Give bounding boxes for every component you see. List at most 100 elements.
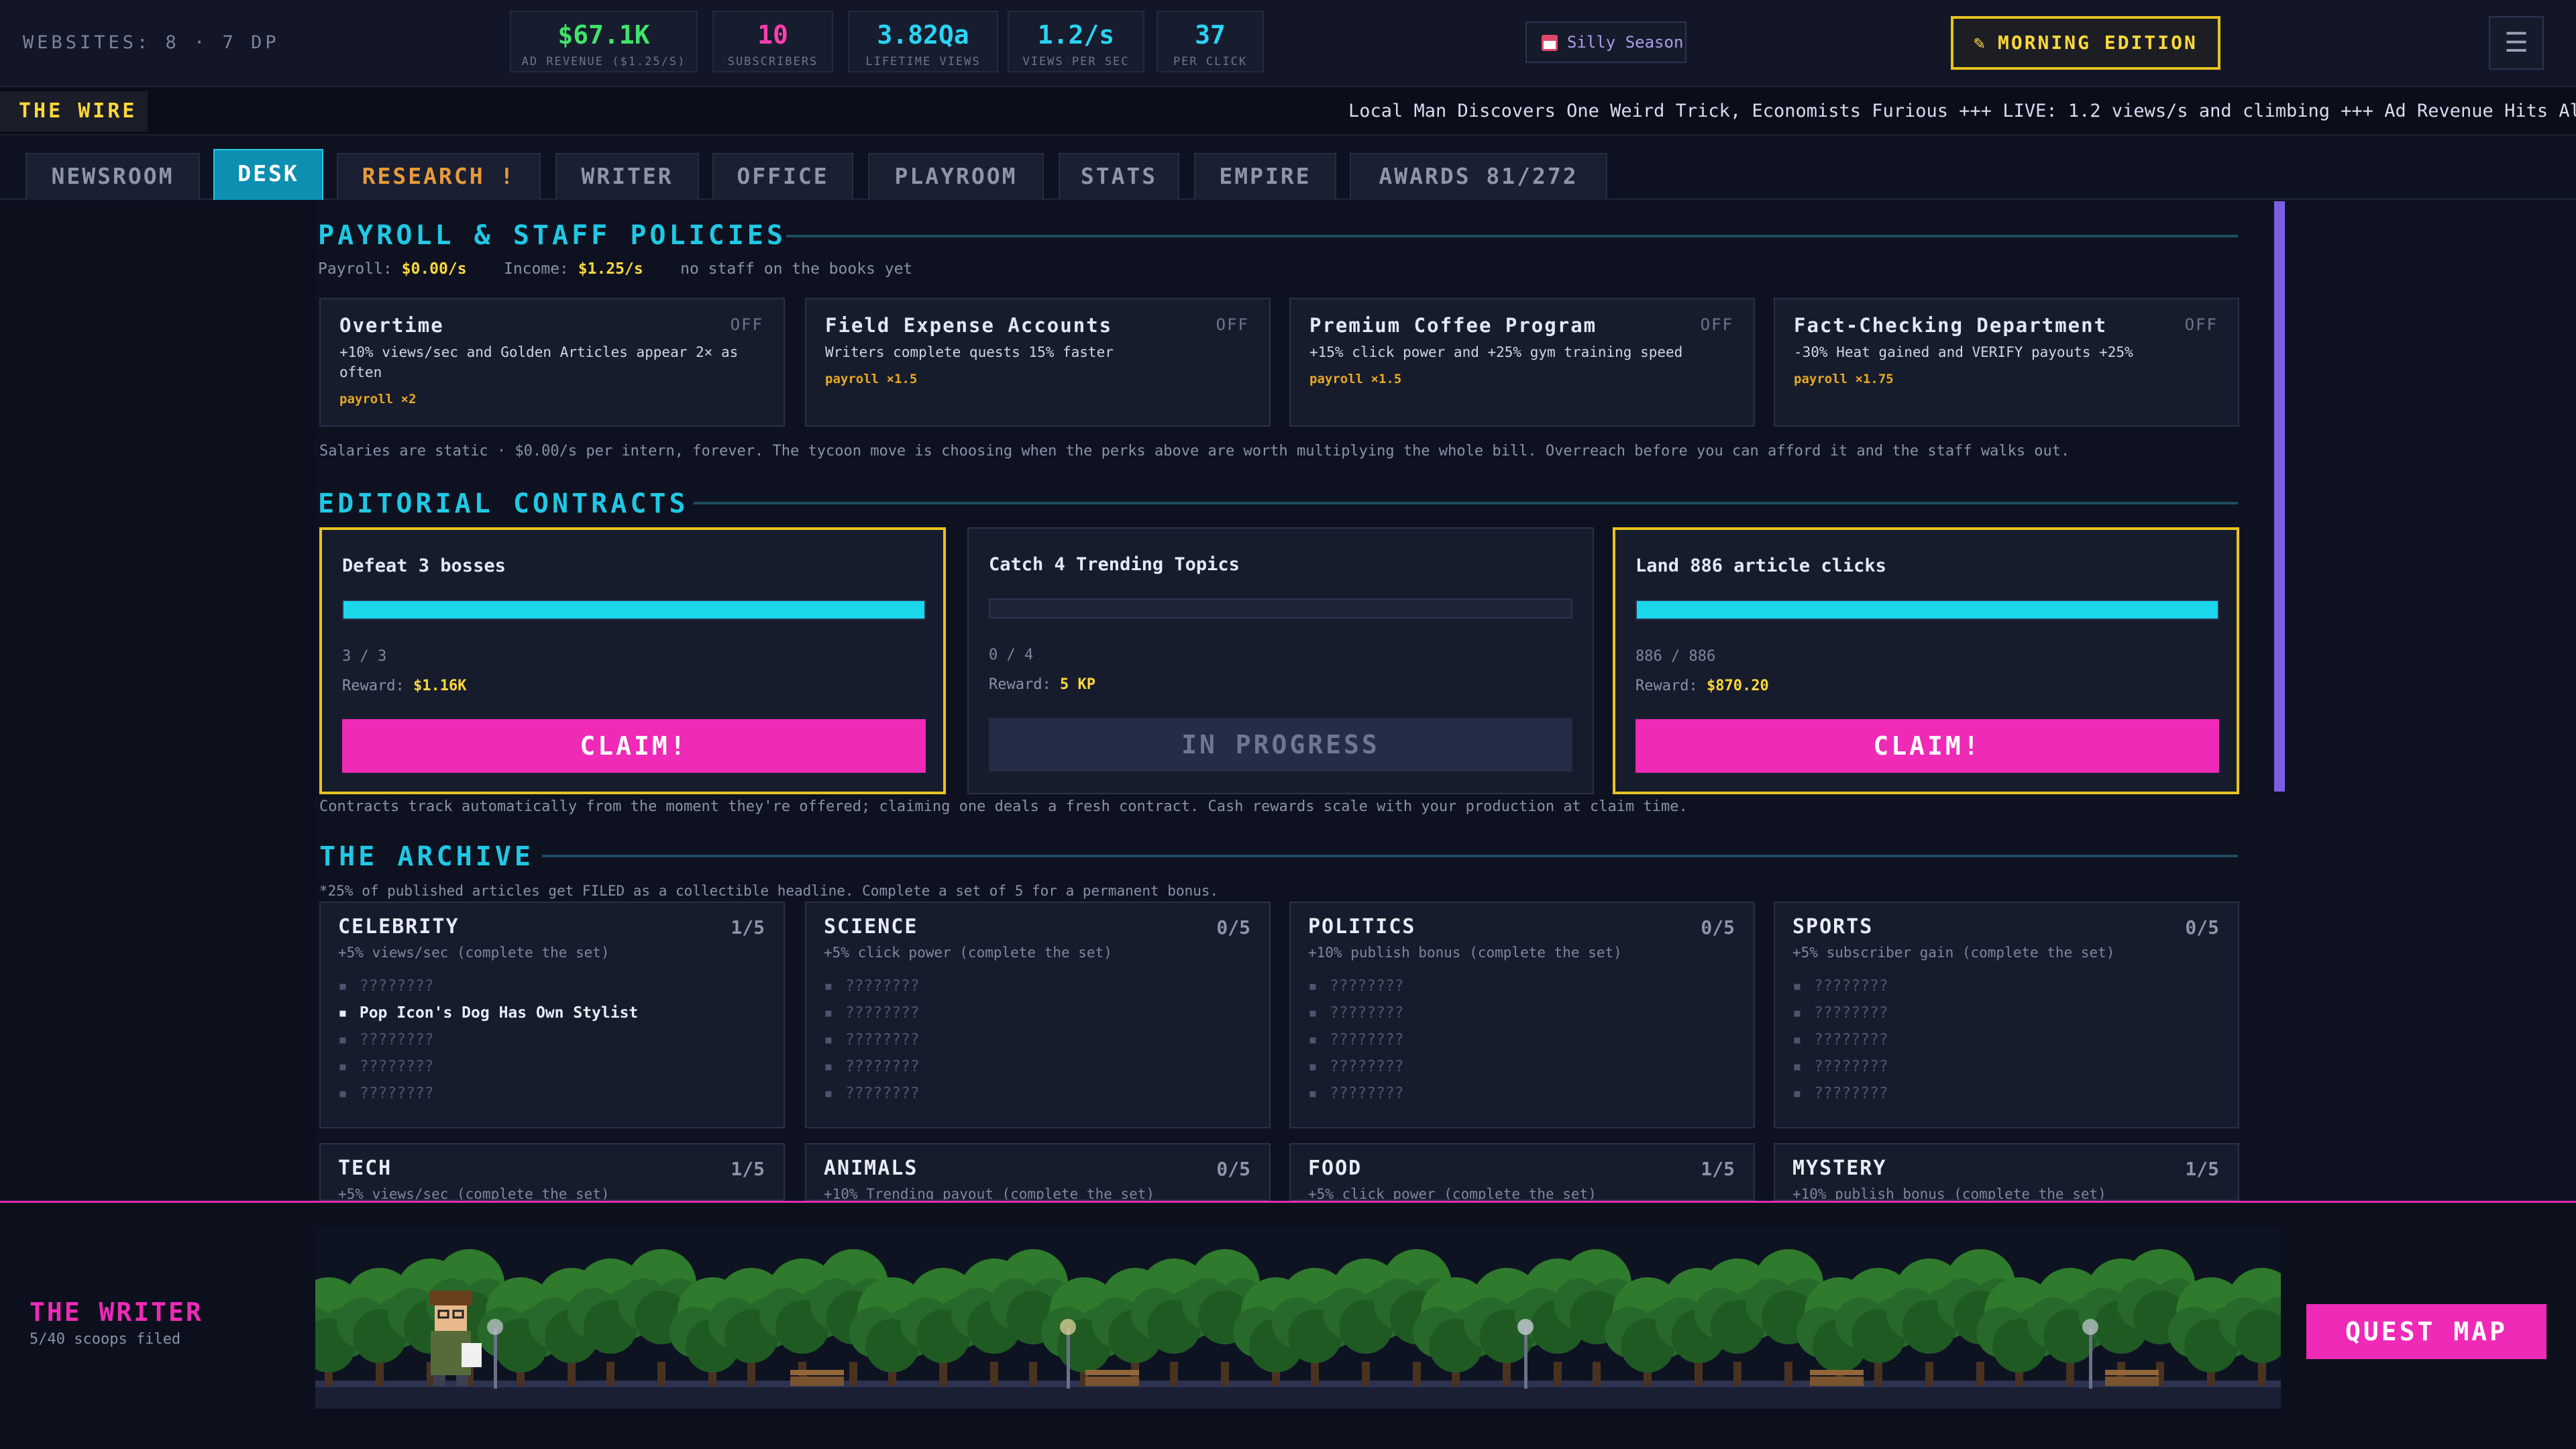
collection-count: 1/5 bbox=[731, 916, 765, 938]
contract-progress-bar bbox=[1635, 600, 2219, 620]
policy-card-fact-checking[interactable]: Fact-Checking Department OFF -30% Heat g… bbox=[1774, 298, 2239, 427]
policy-toggle[interactable]: OFF bbox=[1216, 315, 1249, 334]
claim-button[interactable]: CLAIM! bbox=[1635, 719, 2219, 773]
reward-value: 5 KP bbox=[1059, 676, 1095, 693]
collection-name: SCIENCE bbox=[824, 915, 918, 938]
bench-icon bbox=[1810, 1370, 1864, 1386]
stat-ad-revenue: $67.1K AD REVENUE ($1.25/S) bbox=[510, 11, 698, 72]
collection-bonus: +10% Trending payout (complete the set) bbox=[824, 1186, 1155, 1201]
policy-desc: Writers complete quests 15% faster bbox=[825, 344, 1114, 360]
collection-card[interactable]: MYSTERY 1/5 +10% publish bonus (complete… bbox=[1774, 1143, 2239, 1201]
collection-bonus: +5% click power (complete the set) bbox=[1308, 1186, 1597, 1201]
stat-label: PER CLICK bbox=[1173, 55, 1248, 68]
collection-card[interactable]: SCIENCE 0/5 +5% click power (complete th… bbox=[805, 902, 1271, 1128]
headline-slot: ???????? bbox=[1308, 1080, 1404, 1107]
morning-edition-button[interactable]: ✎ MORNING EDITION bbox=[1951, 16, 2220, 70]
contract-progress-bar bbox=[342, 600, 926, 620]
claim-button[interactable]: CLAIM! bbox=[342, 719, 926, 773]
payroll-section-title: PAYROLL & STAFF POLICIES bbox=[318, 220, 786, 251]
headline-slot: ???????? bbox=[824, 973, 920, 1000]
contract-progress-text: 886 / 886 bbox=[1635, 648, 1716, 665]
contract-reward: Reward: 5 KP bbox=[989, 676, 1095, 693]
collection-bonus: +5% click power (complete the set) bbox=[824, 945, 1112, 961]
archive-section-title: THE ARCHIVE bbox=[319, 841, 534, 872]
collection-name: MYSTERY bbox=[1792, 1157, 1887, 1180]
headline-slot: ???????? bbox=[1792, 973, 1888, 1000]
collection-bonus: +5% views/sec (complete the set) bbox=[338, 1186, 610, 1201]
reward-value: $1.16K bbox=[413, 678, 467, 694]
collection-count: 1/5 bbox=[1701, 1158, 1735, 1180]
stat-label: LIFETIME VIEWS bbox=[865, 55, 981, 68]
tab-newsroom[interactable]: NEWSROOM bbox=[25, 153, 200, 200]
contract-progress-text: 0 / 4 bbox=[989, 647, 1034, 663]
headline-slot: ???????? bbox=[824, 1053, 920, 1080]
collection-count: 0/5 bbox=[1701, 916, 1735, 938]
policy-payroll: payroll ×2 bbox=[339, 392, 417, 407]
collection-card[interactable]: CELEBRITY 1/5 +5% views/sec (complete th… bbox=[319, 902, 785, 1128]
contract-card-clicks: Land 886 article clicks 886 / 886 Reward… bbox=[1613, 527, 2239, 794]
menu-button[interactable]: ☰ bbox=[2489, 16, 2544, 70]
collection-bonus: +5% subscriber gain (complete the set) bbox=[1792, 945, 2115, 961]
policy-toggle[interactable]: OFF bbox=[1701, 315, 1733, 334]
tab-empire[interactable]: EMPIRE bbox=[1194, 153, 1336, 200]
contract-card-trending: Catch 4 Trending Topics 0 / 4 Reward: 5 … bbox=[967, 527, 1594, 794]
quest-map-button[interactable]: QUEST MAP bbox=[2306, 1304, 2546, 1359]
policy-toggle[interactable]: OFF bbox=[2185, 315, 2218, 334]
reward-label: Reward: bbox=[1635, 678, 1698, 694]
contracts-footnote: Contracts track automatically from the m… bbox=[319, 798, 1688, 815]
section-divider bbox=[786, 235, 2238, 237]
tab-research[interactable]: RESEARCH ! bbox=[337, 153, 541, 200]
policy-name: Field Expense Accounts bbox=[825, 314, 1113, 337]
tab-writer[interactable]: WRITER bbox=[555, 153, 699, 200]
contract-card-bosses: Defeat 3 bosses 3 / 3 Reward: $1.16K CLA… bbox=[319, 527, 946, 794]
contract-progress-text: 3 / 3 bbox=[342, 648, 387, 665]
stat-value: 3.82Qa bbox=[877, 20, 969, 50]
headline-slot: ???????? bbox=[338, 1080, 638, 1107]
collection-card[interactable]: SPORTS 0/5 +5% subscriber gain (complete… bbox=[1774, 902, 2239, 1128]
stat-label: SUBSCRIBERS bbox=[727, 55, 818, 68]
collection-name: CELEBRITY bbox=[338, 915, 460, 938]
bench-icon bbox=[1085, 1370, 1139, 1386]
policy-payroll: payroll ×1.75 bbox=[1794, 372, 1894, 386]
contract-reward: Reward: $1.16K bbox=[342, 678, 466, 694]
policy-card-coffee[interactable]: Premium Coffee Program OFF +15% click po… bbox=[1289, 298, 1755, 427]
scrollbar-thumb[interactable] bbox=[2274, 201, 2285, 792]
policy-desc: +15% click power and +25% gym training s… bbox=[1309, 344, 1683, 360]
contract-name: Land 886 article clicks bbox=[1635, 555, 1886, 576]
stat-per-click: 37 PER CLICK bbox=[1157, 11, 1264, 72]
policy-toggle[interactable]: OFF bbox=[731, 315, 763, 334]
season-badge[interactable]: Silly Season bbox=[1525, 21, 1686, 63]
contract-name: Catch 4 Trending Topics bbox=[989, 554, 1240, 575]
collection-card[interactable]: ANIMALS 0/5 +10% Trending payout (comple… bbox=[805, 1143, 1271, 1201]
calendar-icon bbox=[1542, 35, 1558, 51]
collection-card[interactable]: FOOD 1/5 +5% click power (complete the s… bbox=[1289, 1143, 1755, 1201]
payroll-value: $0.00/s bbox=[401, 260, 467, 278]
collection-card[interactable]: POLITICS 0/5 +10% publish bonus (complet… bbox=[1289, 902, 1755, 1128]
collection-card[interactable]: TECH 1/5 +5% views/sec (complete the set… bbox=[319, 1143, 785, 1201]
collection-name: FOOD bbox=[1308, 1157, 1362, 1180]
headline-found: Pop Icon's Dog Has Own Stylist bbox=[338, 1000, 638, 1026]
in-progress-button: IN PROGRESS bbox=[989, 718, 1572, 771]
headline-slot: ???????? bbox=[1792, 1000, 1888, 1026]
headline-slot: ???????? bbox=[1308, 973, 1404, 1000]
contract-reward: Reward: $870.20 bbox=[1635, 678, 1769, 694]
collection-name: TECH bbox=[338, 1157, 392, 1180]
section-divider bbox=[542, 855, 2238, 857]
headline-slot: ???????? bbox=[824, 1026, 920, 1053]
tab-office[interactable]: OFFICE bbox=[712, 153, 853, 200]
tab-playroom[interactable]: PLAYROOM bbox=[868, 153, 1044, 200]
tab-desk[interactable]: DESK bbox=[213, 149, 323, 200]
reward-label: Reward: bbox=[989, 676, 1051, 693]
policy-desc: -30% Heat gained and VERIFY payouts +25% bbox=[1794, 344, 2133, 360]
morning-edition-label: MORNING EDITION bbox=[1997, 32, 2198, 54]
policy-card-field-expense[interactable]: Field Expense Accounts OFF Writers compl… bbox=[805, 298, 1271, 427]
policy-card-overtime[interactable]: Overtime OFF +10% views/sec and Golden A… bbox=[319, 298, 785, 427]
collection-name: POLITICS bbox=[1308, 915, 1416, 938]
collection-count: 1/5 bbox=[731, 1158, 765, 1180]
tab-stats[interactable]: STATS bbox=[1059, 153, 1179, 200]
stat-views-per-sec: 1.2/s VIEWS PER SEC bbox=[1008, 11, 1144, 72]
stat-value: 37 bbox=[1195, 20, 1226, 50]
policy-payroll: payroll ×1.5 bbox=[825, 372, 918, 386]
headline-list: ???????? ???????? ???????? ???????? ????… bbox=[1792, 973, 1888, 1107]
tab-awards[interactable]: AWARDS 81/272 bbox=[1350, 153, 1607, 200]
